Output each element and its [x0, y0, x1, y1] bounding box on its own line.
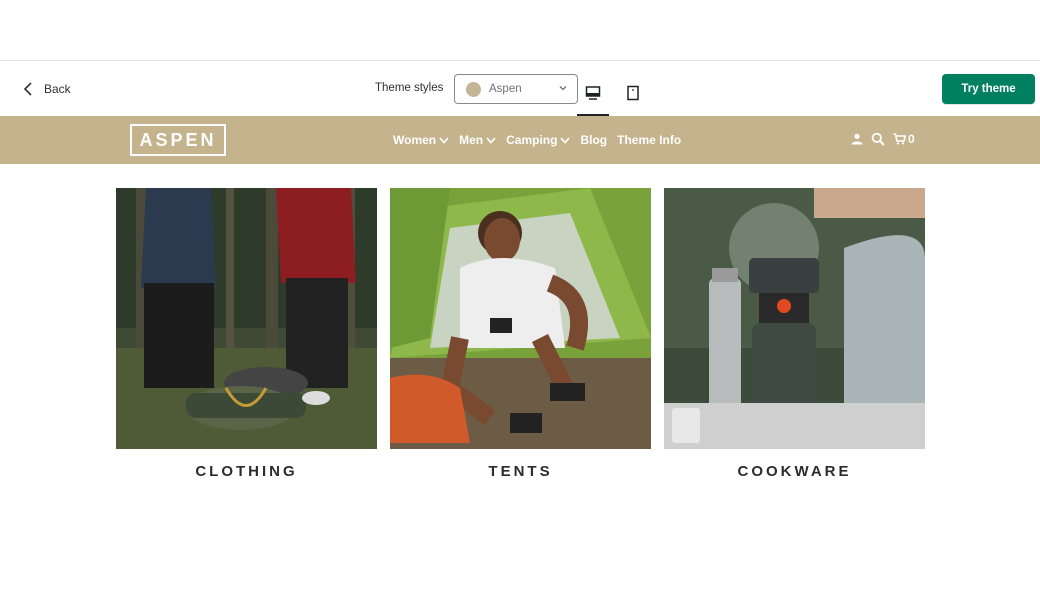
store-nav: Women Men Camping Blog Theme Info: [393, 133, 681, 147]
desktop-view-button[interactable]: [583, 83, 603, 103]
cart-count: 0: [908, 132, 915, 146]
selected-style-value: Aspen: [489, 83, 522, 95]
nav-item-theme-info[interactable]: Theme Info: [617, 133, 681, 147]
try-theme-button[interactable]: Try theme: [942, 74, 1035, 104]
theme-style-select[interactable]: Aspen: [454, 74, 578, 104]
blank-top-area: [0, 0, 1040, 61]
collection-title: CLOTHING: [195, 463, 298, 480]
collection-image-cookware: [664, 188, 925, 449]
chevron-down-icon: [486, 136, 496, 144]
chevron-down-icon: [560, 136, 571, 144]
nav-item-women[interactable]: Women: [393, 133, 449, 147]
chevron-left-icon: [23, 82, 32, 96]
nav-item-label: Women: [393, 133, 437, 147]
nav-item-label: Men: [459, 133, 484, 147]
account-button[interactable]: [851, 133, 863, 145]
store-logo[interactable]: ASPEN: [130, 124, 226, 156]
collection-grid: CLOTHING TENTS COOKWARE: [0, 164, 1040, 600]
cart-button[interactable]: 0: [893, 132, 915, 146]
nav-item-label: Camping: [506, 133, 558, 147]
search-button[interactable]: [871, 132, 885, 146]
nav-item-camping[interactable]: Camping: [506, 133, 571, 147]
collection-card-clothing[interactable]: CLOTHING: [116, 188, 377, 480]
nav-item-blog[interactable]: Blog: [580, 133, 607, 147]
nav-item-label: Theme Info: [617, 133, 682, 147]
preview-toolbar: Back Theme styles Aspen Try theme: [0, 61, 1040, 116]
collection-card-tents[interactable]: TENTS: [390, 188, 651, 480]
collection-title: COOKWARE: [737, 463, 852, 480]
collection-card-cookware[interactable]: COOKWARE: [664, 188, 925, 480]
header-icons: 0: [851, 132, 915, 146]
store-header: ASPEN Women Men Camping Blog Theme Info: [0, 116, 1040, 164]
tablet-view-button[interactable]: [623, 83, 643, 103]
collection-image-clothing: [116, 188, 377, 449]
cart-icon: [893, 133, 906, 145]
chevron-down-icon: [559, 86, 567, 91]
back-label: Back: [44, 82, 71, 96]
user-icon: [851, 133, 863, 145]
collection-title: TENTS: [488, 463, 553, 480]
theme-styles-label: Theme styles: [375, 82, 444, 94]
nav-item-label: Blog: [580, 133, 608, 147]
tablet-icon: [627, 85, 639, 101]
style-swatch: [466, 81, 481, 97]
desktop-icon: [585, 86, 601, 100]
collection-image-tents: [390, 188, 651, 449]
back-button[interactable]: Back: [22, 81, 71, 97]
chevron-down-icon: [439, 136, 449, 144]
nav-item-men[interactable]: Men: [459, 133, 496, 147]
search-icon: [871, 132, 885, 146]
